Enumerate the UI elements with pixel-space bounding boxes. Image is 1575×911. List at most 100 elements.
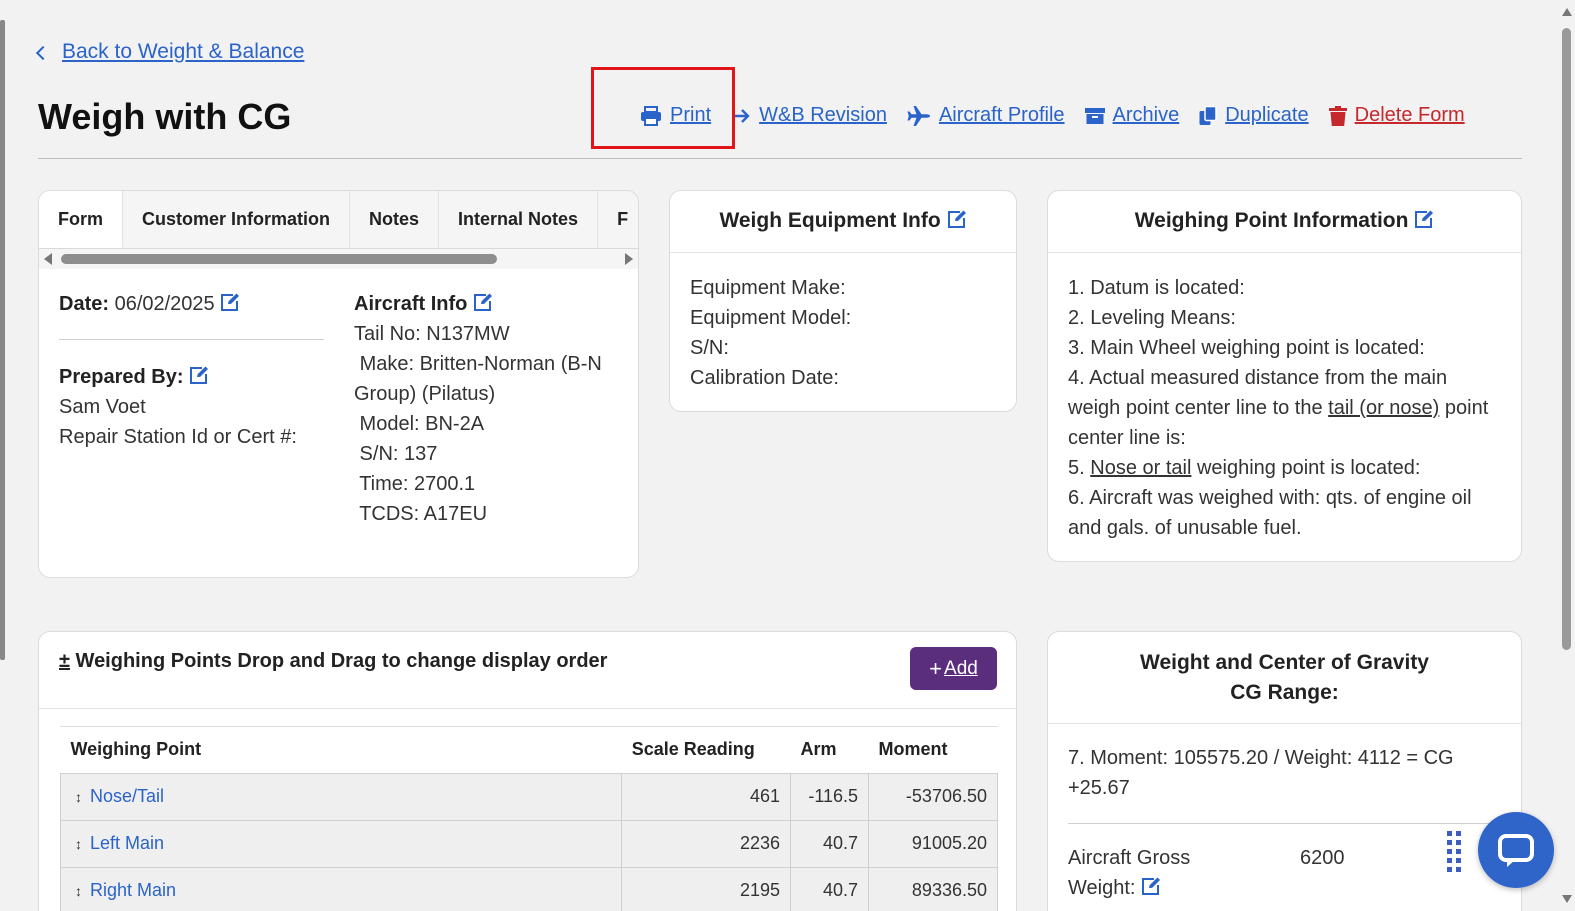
drag-handle-icon[interactable]: ↕ — [75, 789, 82, 805]
aircraft-model: Model: BN-2A — [354, 413, 485, 435]
equipment-make: Equipment Make: — [690, 277, 846, 299]
tab-overflow[interactable]: F — [598, 191, 638, 248]
arm-cell: -116.5 — [790, 772, 870, 821]
col-scale-reading: Scale Reading — [631, 739, 755, 760]
add-point-label: Add — [944, 657, 978, 679]
col-arm: Arm — [800, 739, 837, 760]
tab-customer-information-label: Customer Information — [142, 209, 331, 229]
equipment-card-header: Weigh Equipment Info — [670, 191, 1016, 252]
equipment-title: Weigh Equipment Info — [719, 209, 941, 232]
weighing-point-name[interactable]: Nose/Tail — [90, 786, 164, 806]
add-point-button[interactable]: + Add — [910, 647, 997, 690]
highlight-box — [591, 67, 735, 149]
table-row[interactable]: ↕ Left Main 2236 40.7 91005.20 — [59, 819, 998, 868]
col-moment: Moment — [878, 739, 948, 760]
scale-reading-cell: 2195 — [621, 866, 792, 911]
calibration-date: Calibration Date: — [690, 367, 839, 389]
scroll-down-arrow[interactable] — [1562, 895, 1572, 903]
scroll-left-arrow[interactable] — [44, 253, 52, 265]
weighing-points-card: ± Weighing Points Drop and Drag to chang… — [38, 631, 1017, 911]
weighing-info-card: Weighing Point Information 1. Datum is l… — [1047, 190, 1522, 562]
gross-weight-value: 6200 — [1300, 847, 1345, 869]
drag-handle-icon[interactable]: ↕ — [75, 836, 82, 852]
tab-notes[interactable]: Notes — [350, 191, 440, 248]
date-row: Date: 06/02/2025 — [59, 289, 325, 319]
chevron-left-icon — [35, 45, 51, 61]
table-row[interactable]: ↕ Nose/Tail 461 -116.5 -53706.50 — [59, 772, 998, 821]
gross-weight-label: Aircraft Gross Weight: — [1068, 843, 1238, 903]
aircraft-profile-button[interactable]: Aircraft Profile — [907, 104, 1065, 127]
weighing-points-table: Weighing Point Scale Reading Arm Moment … — [59, 727, 998, 911]
tab-notes-label: Notes — [369, 209, 420, 229]
duplicate-button[interactable]: Duplicate — [1199, 104, 1309, 127]
action-bar: Print W&B Revision Aircraft Profile Arch… — [640, 104, 1485, 127]
delete-form-label[interactable]: Delete Form — [1355, 104, 1465, 127]
duplicate-label[interactable]: Duplicate — [1225, 104, 1308, 127]
weighing-point-cell[interactable]: ↕ Nose/Tail — [59, 772, 623, 821]
moment-cell: 91005.20 — [868, 819, 998, 868]
tail-or-nose-text: tail (or nose) — [1328, 397, 1440, 419]
equipment-card: Weigh Equipment Info Equipment Make: Equ… — [669, 190, 1017, 412]
tab-bar: Form Customer Information Notes Internal… — [39, 191, 638, 249]
tab-form[interactable]: Form — [39, 191, 123, 248]
weighing-points-divider — [39, 708, 1016, 709]
main-wheel-line: 3. Main Wheel weighing point is located: — [1068, 337, 1425, 359]
scale-reading-cell: 461 — [621, 772, 792, 821]
tab-overflow-label: F — [617, 209, 629, 229]
tab-scrollbar[interactable] — [39, 249, 638, 269]
prepared-row: Prepared By: — [59, 362, 325, 392]
aircraft-profile-label[interactable]: Aircraft Profile — [939, 104, 1065, 127]
page-scrollbar-thumb[interactable] — [1562, 28, 1571, 650]
tail-number: Tail No: N137MW — [354, 323, 510, 345]
datum-line: 1. Datum is located: — [1068, 277, 1245, 299]
header-divider — [38, 158, 1522, 159]
aircraft-info-heading: Aircraft Info — [354, 289, 624, 319]
tab-customer-information[interactable]: Customer Information — [123, 191, 351, 248]
cg-calculation: 7. Moment: 105575.20 / Weight: 4112 = CG… — [1068, 747, 1454, 799]
arm-cell: 40.7 — [790, 819, 870, 868]
date-value: 06/02/2025 — [114, 293, 215, 315]
moment-cell: 89336.50 — [868, 866, 998, 911]
wb-revision-label[interactable]: W&B Revision — [759, 104, 887, 127]
back-link[interactable]: Back to Weight & Balance — [35, 40, 304, 64]
table-header-row: Weighing Point Scale Reading Arm Moment — [61, 727, 998, 773]
scroll-up-arrow[interactable] — [1562, 8, 1572, 16]
archive-button[interactable]: Archive — [1084, 104, 1180, 127]
edit-icon[interactable] — [220, 293, 240, 312]
equipment-model: Equipment Model: — [690, 307, 852, 329]
weighing-point-cell[interactable]: ↕ Right Main — [59, 866, 623, 911]
repair-station-label: Repair Station Id or Cert #: — [59, 426, 297, 448]
weighing-point-name[interactable]: Right Main — [90, 880, 176, 900]
left-scrollbar[interactable] — [0, 20, 5, 660]
edit-icon[interactable] — [189, 366, 209, 385]
leveling-line: 2. Leveling Means: — [1068, 307, 1236, 329]
edit-icon[interactable] — [1141, 877, 1161, 896]
arm-cell: 40.7 — [790, 866, 870, 911]
drag-grip-icon[interactable] — [1447, 831, 1463, 873]
expand-collapse-icon[interactable]: ± — [59, 650, 70, 672]
weighing-point-cell[interactable]: ↕ Left Main — [59, 819, 623, 868]
edit-icon[interactable] — [473, 293, 493, 312]
tab-scrollbar-thumb[interactable] — [61, 254, 497, 264]
cg-range-label: CG Range: — [1230, 681, 1339, 704]
table-row[interactable]: ↕ Right Main 2195 40.7 89336.50 — [59, 866, 998, 911]
edit-icon[interactable] — [947, 210, 967, 229]
cg-card-header: Weight and Center of Gravity CG Range: — [1048, 632, 1521, 723]
archive-label[interactable]: Archive — [1113, 104, 1180, 127]
nose-or-tail-text: Nose or tail — [1090, 457, 1192, 479]
back-link-label[interactable]: Back to Weight & Balance — [62, 40, 304, 64]
edit-icon[interactable] — [1414, 210, 1434, 229]
chat-button[interactable] — [1478, 812, 1554, 888]
copy-icon — [1199, 105, 1217, 125]
wb-revision-button[interactable]: W&B Revision — [731, 104, 887, 127]
delete-form-button[interactable]: Delete Form — [1328, 104, 1465, 127]
scroll-right-arrow[interactable] — [625, 253, 633, 265]
tab-internal-notes[interactable]: Internal Notes — [439, 191, 599, 248]
aircraft-sn: S/N: 137 — [354, 443, 438, 465]
weighing-info-title: Weighing Point Information — [1134, 209, 1409, 232]
drag-handle-icon[interactable]: ↕ — [75, 883, 82, 899]
cg-title: Weight and Center of Gravity — [1140, 651, 1429, 674]
weighing-points-title-text: Weighing Points Drop and Drag to change … — [75, 650, 608, 672]
weighing-point-name[interactable]: Left Main — [90, 833, 164, 853]
weighing-info-header: Weighing Point Information — [1048, 191, 1521, 252]
